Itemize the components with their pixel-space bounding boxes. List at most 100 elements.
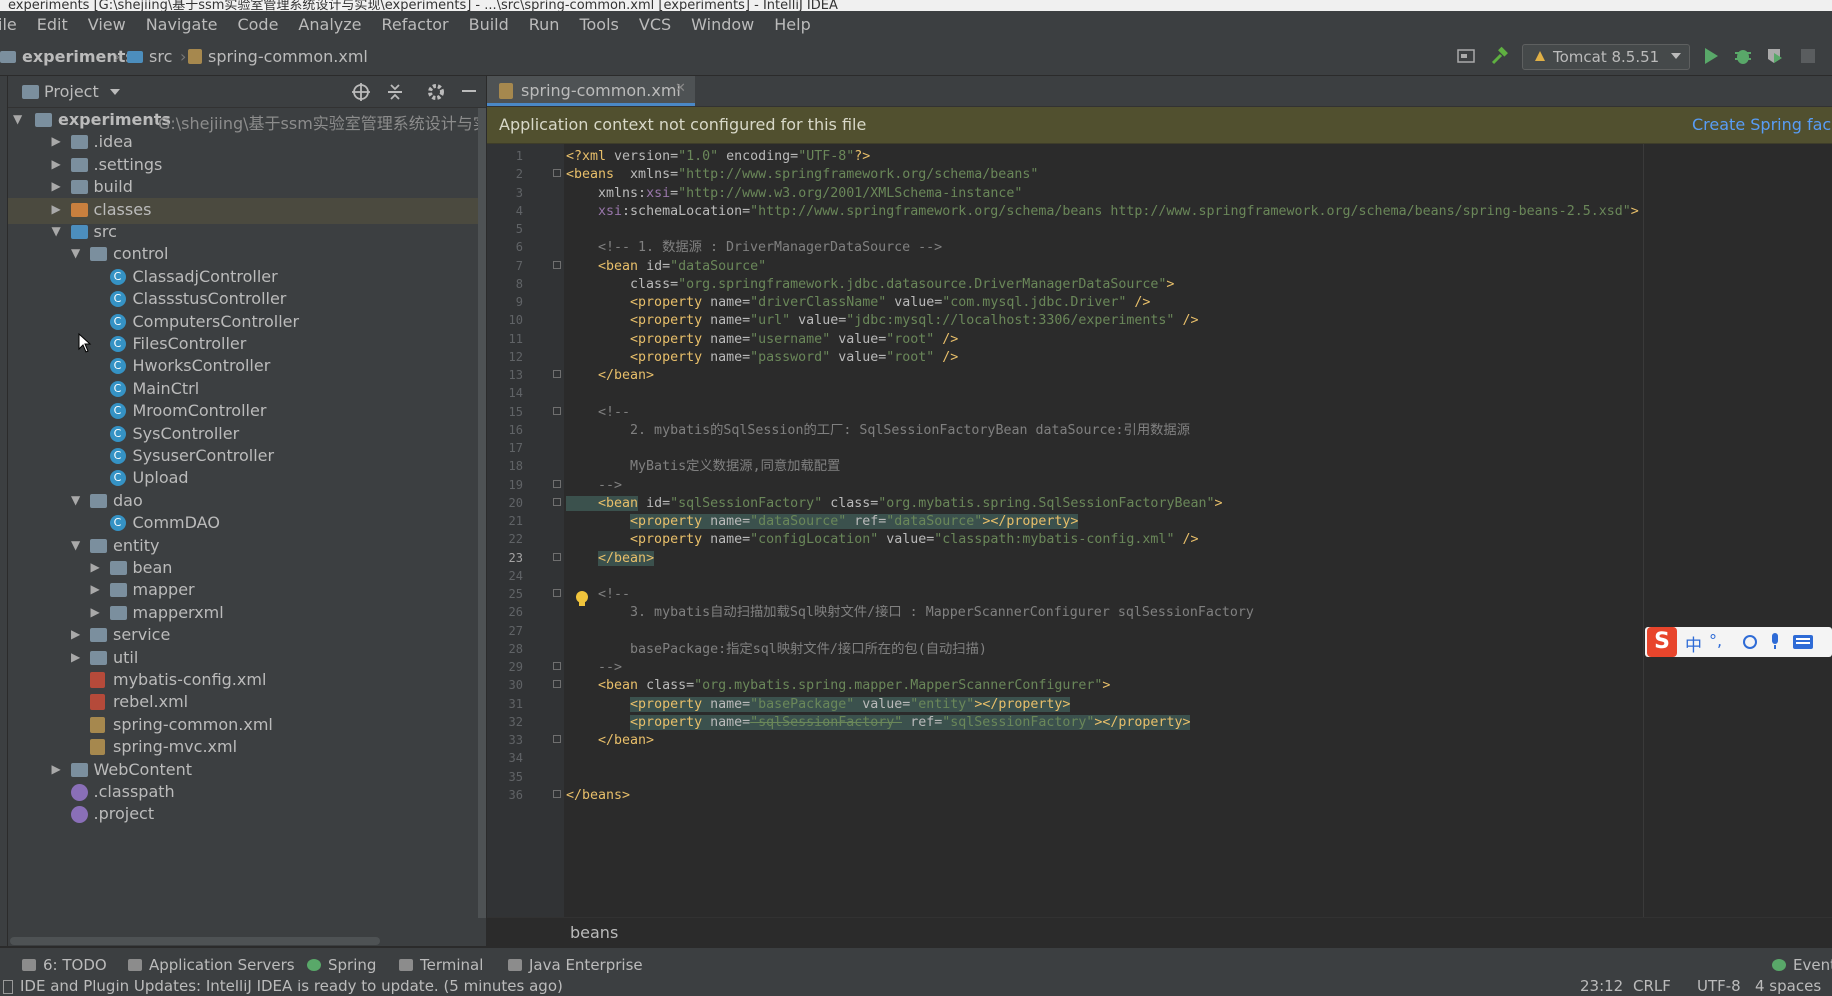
tree-item[interactable]: .project — [8, 802, 478, 828]
minimize-icon[interactable] — [462, 90, 476, 92]
caret-position[interactable]: 23:12 — [1580, 980, 1623, 995]
menu-help[interactable]: Help — [764, 15, 820, 34]
source-folder-icon — [127, 51, 143, 63]
file-encoding[interactable]: UTF-8 — [1697, 980, 1741, 995]
todo-tool-button[interactable]: 6: TODO — [22, 956, 107, 974]
tree-item-label: WebContent — [93, 759, 193, 779]
event-log-tool-button[interactable]: Event — [1772, 956, 1832, 974]
application-servers-tool-button[interactable]: Application Servers — [128, 956, 295, 974]
emoji-icon[interactable] — [1743, 635, 1757, 649]
java-class-icon: C — [109, 336, 126, 352]
source-folder-icon — [70, 225, 88, 239]
microphone-icon[interactable] — [1769, 633, 1781, 651]
fold-marker-icon[interactable] — [553, 552, 561, 561]
fold-marker-icon[interactable] — [553, 260, 561, 269]
line-number: 33 — [508, 733, 523, 747]
code-line: 2. mybatis的SqlSession的工厂: SqlSessionFact… — [566, 422, 1191, 438]
stop-button[interactable] — [1801, 49, 1815, 63]
breadcrumb-file[interactable]: spring-common.xml — [188, 47, 368, 66]
status-message[interactable]: IDE and Plugin Updates: IntelliJ IDEA is… — [20, 980, 563, 995]
fold-marker-icon[interactable] — [553, 406, 561, 415]
java-enterprise-tool-button[interactable]: Java Enterprise — [508, 956, 643, 974]
fold-marker-icon[interactable] — [553, 370, 561, 378]
editor-breadcrumb-item[interactable]: beans — [570, 923, 618, 942]
tree-item-label: HworksController — [132, 356, 271, 376]
chevron-right-icon[interactable]: ▶ — [52, 179, 61, 193]
menu-code[interactable]: Code — [227, 15, 288, 34]
line-number: 6 — [515, 240, 523, 255]
folder-icon — [109, 561, 127, 575]
gear-icon[interactable] — [426, 82, 446, 102]
menu-ile[interactable]: ile — [0, 15, 27, 34]
code-line: </bean> — [566, 368, 655, 383]
menu-window[interactable]: Window — [681, 15, 764, 34]
run-icon[interactable] — [1703, 47, 1719, 65]
project-vertical-scrollbar[interactable] — [478, 108, 486, 918]
editor-gutter[interactable]: 1 2 3 4 5 6 7 8 9 10 11 12 13 14 15 16 17 18 19 20 21 22 23 24 2… — [487, 144, 564, 917]
lightbulb-icon[interactable] — [575, 590, 589, 608]
chevron-right-icon[interactable]: ▶ — [52, 762, 61, 776]
chevron-right-icon[interactable]: ▶ — [91, 605, 100, 619]
chevron-right-icon[interactable]: ▶ — [91, 560, 100, 574]
tree-item-label: .idea — [93, 132, 133, 152]
chevron-down-icon[interactable]: ▼ — [71, 493, 80, 507]
chevron-right-icon[interactable]: ▶ — [52, 134, 61, 148]
fold-marker-icon[interactable] — [553, 497, 561, 506]
chevron-down-icon[interactable]: ▼ — [52, 224, 61, 238]
run-with-coverage-icon[interactable] — [1766, 47, 1784, 65]
chevron-right-icon[interactable]: ▶ — [71, 650, 80, 664]
locate-file-icon[interactable] — [351, 82, 371, 102]
fold-marker-icon[interactable] — [553, 662, 561, 670]
line-number: 22 — [508, 532, 523, 547]
run-configuration-select[interactable]: Tomcat 8.5.51 — [1522, 44, 1690, 70]
chevron-down-icon[interactable]: ▼ — [71, 538, 80, 552]
menu-view[interactable]: View — [78, 15, 136, 34]
tab-spring-common-xml[interactable]: spring-common.xml ✕ — [487, 76, 695, 106]
navigation-bar: experiments › src › spring-common.xml To… — [0, 38, 1832, 76]
menu-run[interactable]: Run — [519, 15, 570, 34]
punctuation-icon[interactable]: °, — [1709, 631, 1722, 650]
keyboard-icon[interactable] — [1793, 635, 1813, 649]
java-class-icon: C — [109, 268, 126, 285]
fold-marker-icon[interactable] — [553, 169, 561, 178]
chevron-down-icon[interactable] — [110, 89, 120, 96]
status-toggle-icon[interactable] — [3, 980, 13, 994]
indent-setting[interactable]: 4 spaces — [1755, 980, 1821, 995]
tree-root-label: experiments — [58, 110, 171, 129]
project-view-selector[interactable]: Project — [44, 82, 99, 101]
code-editor[interactable]: <?xml version="1.0" encoding="UTF-8"?> <b… — [564, 144, 1832, 917]
menu-analyze[interactable]: Analyze — [288, 15, 371, 34]
create-spring-facet-link[interactable]: Create Spring facet — [1692, 115, 1832, 134]
menu-edit[interactable]: Edit — [27, 15, 78, 34]
run-anything-icon[interactable] — [1457, 48, 1475, 64]
line-number: 29 — [508, 660, 523, 674]
chevron-right-icon[interactable]: ▶ — [91, 582, 100, 596]
folder-icon — [109, 605, 127, 620]
line-separator[interactable]: CRLF — [1633, 980, 1671, 995]
breadcrumb-folder[interactable]: src — [127, 47, 172, 66]
menu-tools[interactable]: Tools — [569, 15, 628, 34]
menu-build[interactable]: Build — [459, 15, 519, 34]
close-tab-icon[interactable]: ✕ — [675, 81, 686, 96]
build-hammer-icon[interactable] — [1490, 46, 1510, 66]
menu-navigate[interactable]: Navigate — [136, 15, 228, 34]
menu-vcs[interactable]: VCS — [629, 15, 681, 34]
fold-marker-icon[interactable] — [553, 589, 561, 597]
fold-marker-icon[interactable] — [553, 680, 561, 689]
debug-icon[interactable] — [1734, 47, 1752, 65]
terminal-tool-button[interactable]: Terminal — [399, 956, 483, 974]
menu-refactor[interactable]: Refactor — [371, 15, 458, 34]
chevron-right-icon[interactable]: ▶ — [52, 202, 61, 216]
fold-marker-icon[interactable] — [553, 479, 561, 488]
spring-tool-button[interactable]: Spring — [307, 956, 376, 974]
project-horizontal-scrollbar[interactable] — [10, 937, 380, 945]
chevron-right-icon[interactable]: ▶ — [71, 627, 80, 641]
collapse-all-icon[interactable] — [386, 82, 404, 102]
fold-marker-icon[interactable] — [553, 789, 561, 798]
fold-marker-icon[interactable] — [553, 735, 561, 743]
chevron-down-icon[interactable]: ▼ — [71, 246, 80, 260]
ime-mode[interactable]: 中 — [1685, 631, 1702, 656]
ime-toolbar[interactable]: S 中 °, — [1645, 627, 1832, 657]
java-class-icon: C — [109, 313, 126, 330]
chevron-right-icon[interactable]: ▶ — [52, 157, 61, 171]
